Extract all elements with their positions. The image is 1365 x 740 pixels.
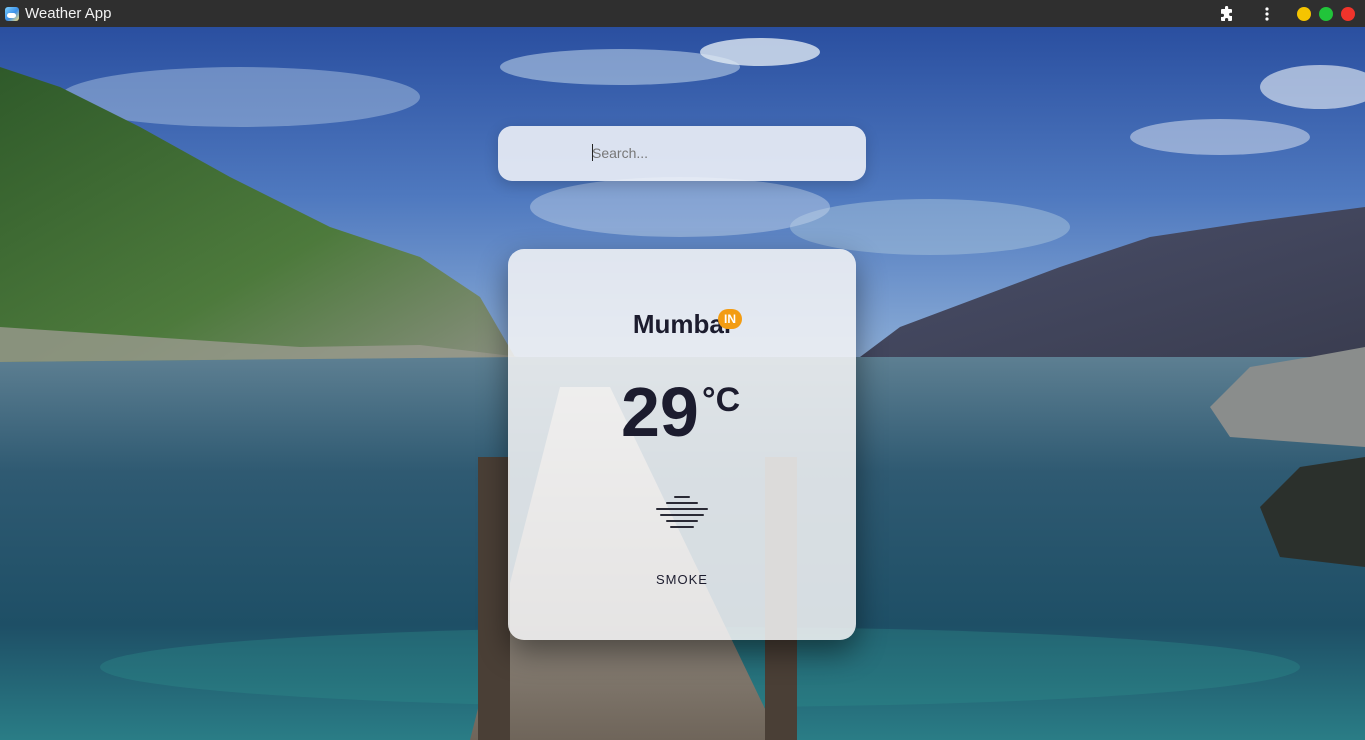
temperature-row: 29 °C: [621, 377, 781, 447]
smoke-haze-icon: [656, 496, 708, 528]
app-background: Mumbai IN 29 °C SMOKE: [0, 27, 1365, 740]
weather-app-icon: [5, 6, 19, 21]
search-bar[interactable]: [498, 126, 866, 181]
temperature-unit: °C: [702, 381, 741, 419]
weather-card: Mumbai IN 29 °C SMOKE: [508, 249, 856, 640]
weather-condition: SMOKE: [656, 572, 708, 587]
city-name: Mumbai: [632, 309, 732, 339]
temperature-value: 29: [621, 373, 699, 451]
country-badge: IN: [718, 309, 742, 329]
titlebar-controls: [1217, 0, 1365, 27]
window-title: Weather App: [25, 5, 112, 22]
maximize-button[interactable]: [1319, 6, 1333, 21]
window-titlebar: Weather App: [0, 0, 1365, 27]
puzzle-icon[interactable]: [1217, 4, 1237, 24]
close-button[interactable]: [1341, 6, 1355, 21]
kebab-menu-icon[interactable]: [1257, 4, 1277, 24]
location-row: Mumbai IN: [508, 309, 856, 340]
minimize-button[interactable]: [1297, 6, 1311, 21]
search-input[interactable]: [592, 143, 842, 163]
text-caret: [592, 144, 593, 161]
